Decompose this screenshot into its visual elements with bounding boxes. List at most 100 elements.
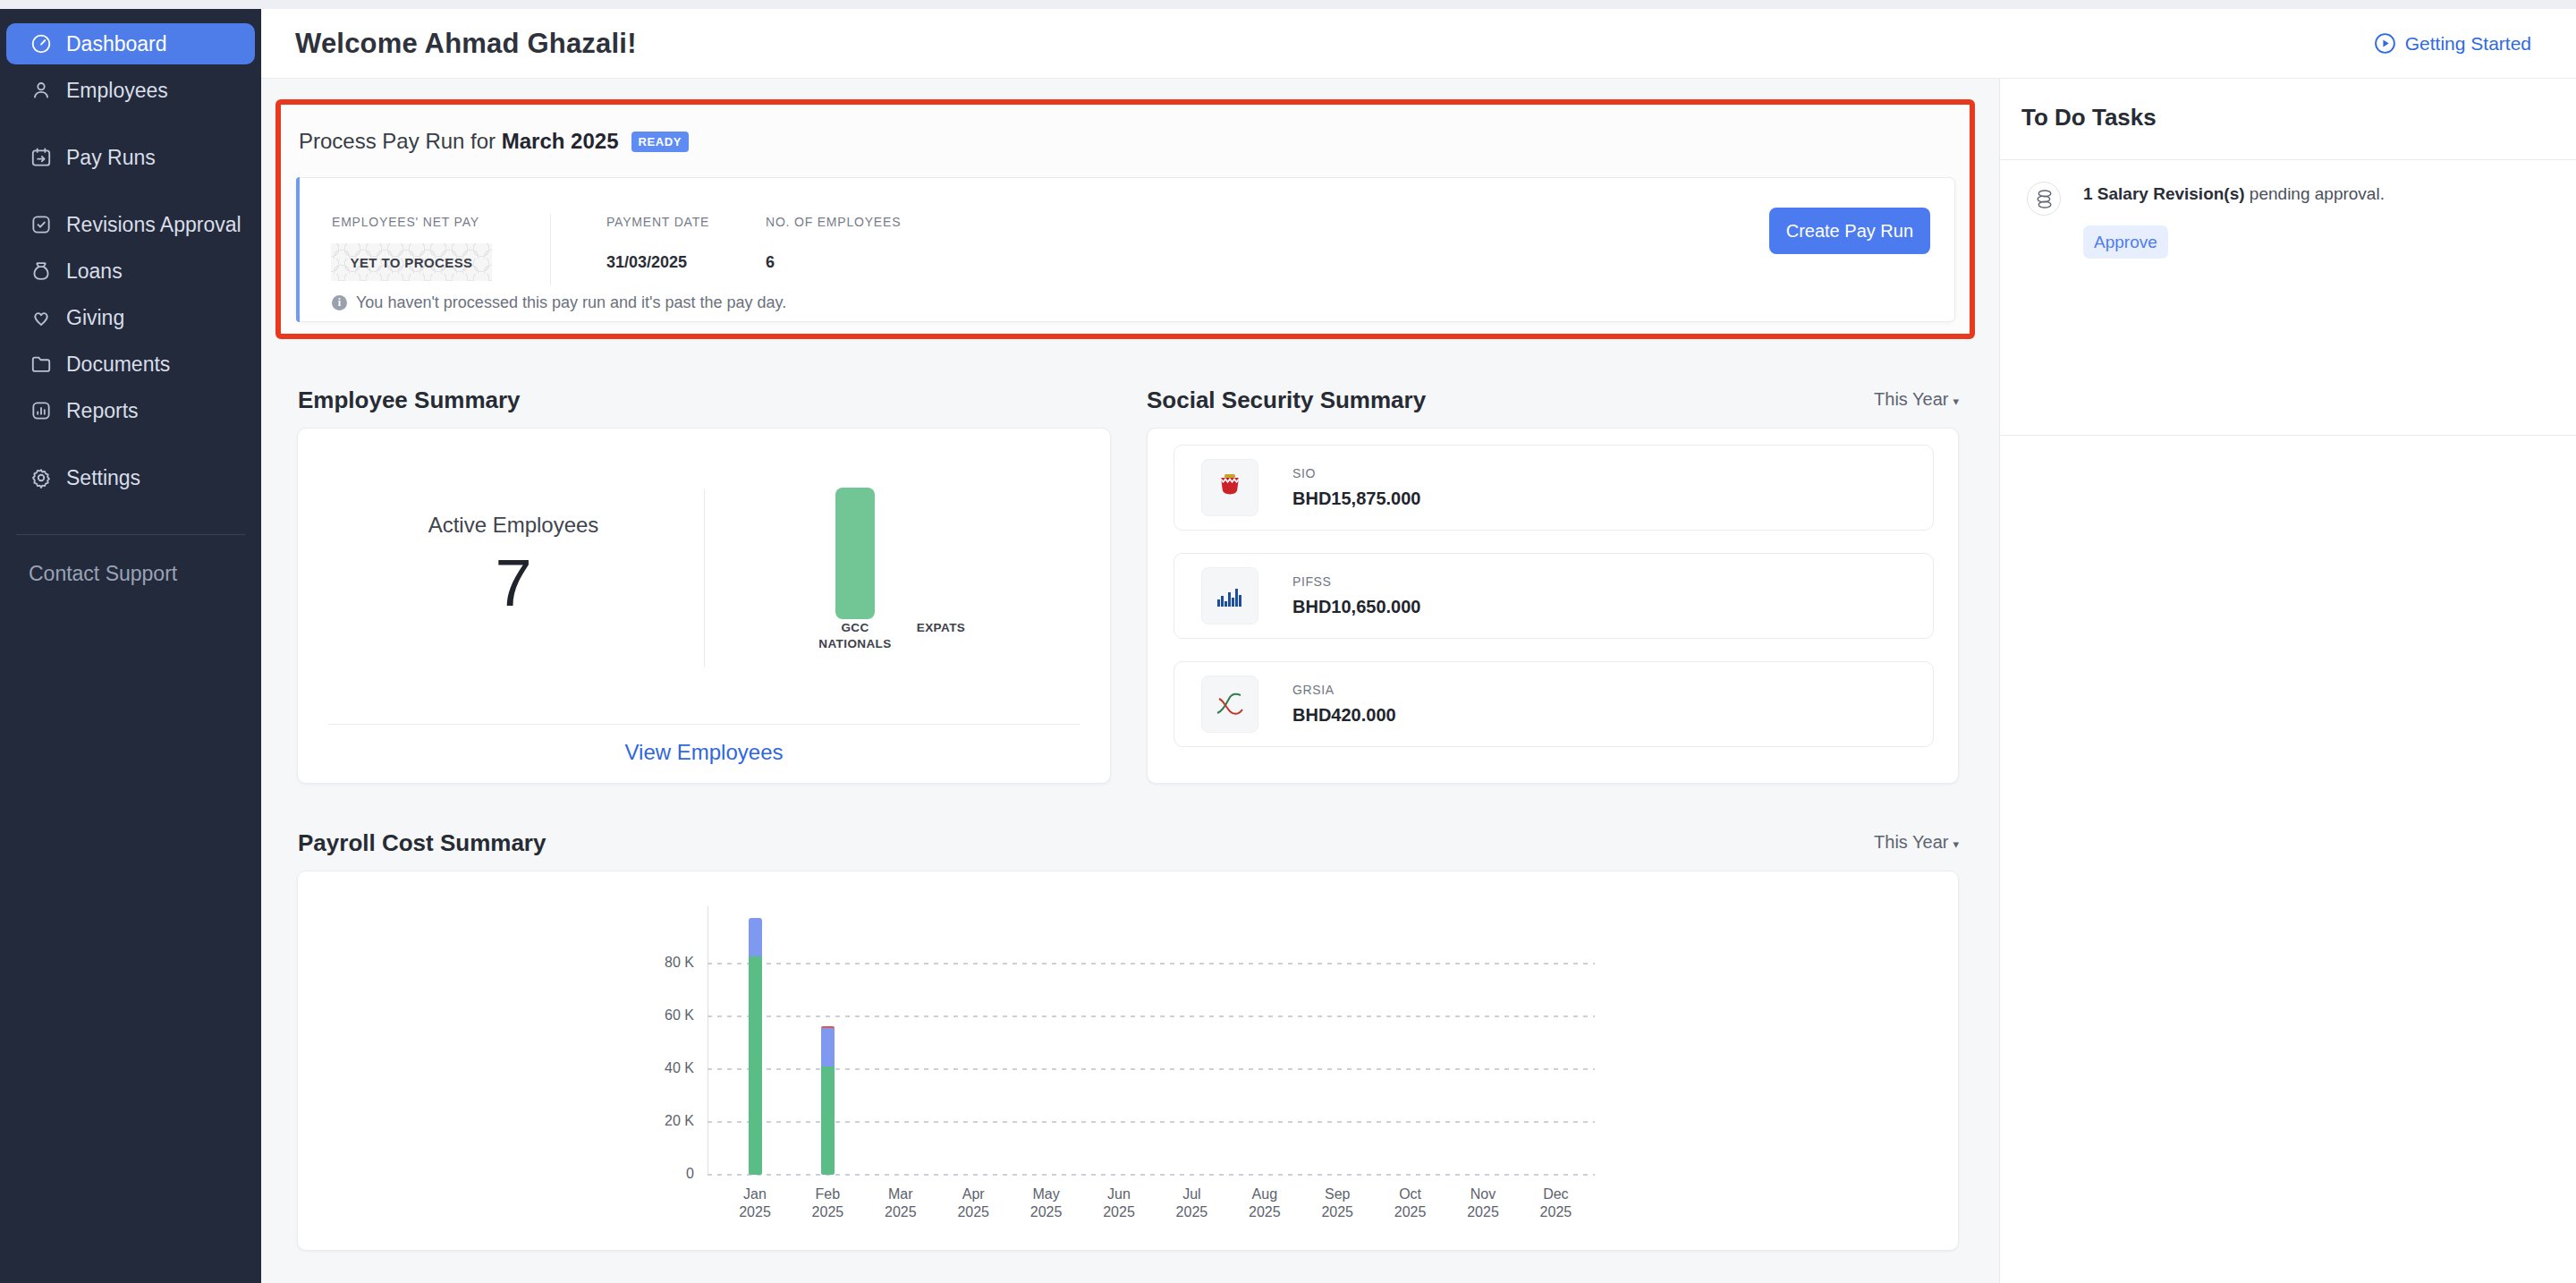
x-tick-label: Aug2025 [1228, 1185, 1301, 1221]
gridline [708, 1015, 1595, 1017]
create-pay-run-button[interactable]: Create Pay Run [1769, 208, 1930, 254]
payrun-title: Process Pay Run for March 2025 [299, 129, 619, 154]
employee-summary-title: Employee Summary [298, 387, 521, 414]
authority-amount: BHD420.000 [1292, 705, 1396, 726]
authority-label: GRSIA [1292, 683, 1396, 697]
getting-started-link[interactable]: Getting Started [2374, 32, 2531, 55]
sidebar-item-pay-runs[interactable]: Pay Runs [6, 137, 255, 178]
x-tick-label: Jun2025 [1083, 1185, 1156, 1221]
employee-summary-card: Active Employees 7 GCCNATIONALSEXPATS Vi… [297, 428, 1111, 784]
sidebar: Dashboard Employees Pay Runs Revisions Appr… [0, 9, 261, 1283]
category-label: EXPATS [878, 620, 1004, 636]
sidebar-nav: Dashboard Employees Pay Runs Revisions Appr… [0, 23, 261, 498]
view-employees-link[interactable]: View Employees [298, 740, 1110, 765]
social-security-filter[interactable]: This Year▾ [1862, 389, 1959, 410]
social-security-title: Social Security Summary [1147, 387, 1426, 414]
sidebar-item-settings[interactable]: Settings [6, 457, 255, 498]
payrun-details-card: EMPLOYEES' NET PAY YET TO PROCESS PAYMEN… [296, 177, 1955, 322]
sidebar-item-giving[interactable]: Giving [6, 297, 255, 338]
employee-count-label: NO. OF EMPLOYEES [766, 215, 901, 229]
bar-segment-green [749, 956, 762, 1175]
y-tick-label: 80 K [640, 955, 694, 971]
y-tick-label: 40 K [640, 1060, 694, 1076]
info-row: i You haven't processed this pay run and… [332, 293, 786, 312]
social-security-row-sio: SIO BHD15,875.000 [1174, 445, 1934, 531]
task-icon-circle [2027, 182, 2061, 216]
reports-icon [30, 399, 53, 422]
info-icon: i [332, 295, 347, 310]
task-text: 1 Salary Revision(s) pending approval. [2083, 184, 2385, 204]
accent-bar [296, 177, 300, 322]
todo-bottom-divider [2000, 435, 2576, 436]
payment-date-label: PAYMENT DATE [606, 215, 709, 229]
todo-title: To Do Tasks [2021, 104, 2157, 132]
authority-label: PIFSS [1292, 574, 1420, 589]
authority-amount: BHD10,650.000 [1292, 597, 1420, 617]
y-tick-label: 0 [640, 1166, 694, 1182]
x-tick-label: Sep2025 [1301, 1185, 1374, 1221]
dashboard-icon [30, 32, 53, 55]
play-circle-icon [2374, 32, 2396, 55]
gridline [708, 1121, 1595, 1123]
todo-divider [2000, 159, 2576, 160]
active-employees-label: Active Employees [415, 513, 612, 538]
todo-panel: To Do Tasks 1 Salary Revision(s) pending… [1999, 79, 2576, 1283]
x-tick-label: May2025 [1010, 1185, 1082, 1221]
revisions-approval-icon [30, 213, 53, 236]
settings-icon [30, 466, 53, 489]
grsia-logo [1201, 675, 1258, 733]
active-employees-count: 7 [415, 545, 612, 621]
payrun-card: Process Pay Run for March 2025 READY EMP… [280, 104, 1970, 335]
top-strip [0, 0, 2576, 9]
page-title: Welcome Ahmad Ghazali! [295, 28, 637, 60]
pifss-logo [1201, 567, 1258, 625]
payroll-cost-card: 020 K40 K60 K80 KJan2025Feb2025Mar2025Ap… [297, 871, 1959, 1251]
column-divider [550, 214, 551, 285]
x-tick-label: Apr2025 [937, 1185, 1010, 1221]
employee-count-value: 6 [766, 253, 775, 272]
x-tick-label: Jul2025 [1156, 1185, 1228, 1221]
caret-down-icon: ▾ [1953, 395, 1959, 408]
net-pay-label: EMPLOYEES' NET PAY [332, 215, 479, 229]
sio-logo [1201, 459, 1258, 516]
content: Process Pay Run for March 2025 READY EMP… [261, 79, 1999, 1283]
gridline [708, 1174, 1595, 1176]
coins-icon [2032, 187, 2056, 211]
giving-icon [30, 306, 53, 329]
bar-segment-blue [821, 1028, 835, 1066]
bar-gcc-nationals [835, 488, 875, 619]
caret-down-icon: ▾ [1953, 837, 1959, 851]
sidebar-item-employees[interactable]: Employees [6, 70, 255, 111]
social-security-row-grsia: GRSIA BHD420.000 [1174, 661, 1934, 747]
authority-label: SIO [1292, 466, 1420, 480]
contact-support-link[interactable]: Contact Support [29, 562, 261, 586]
sidebar-item-revisions-approval[interactable]: Revisions Approval [6, 204, 255, 245]
sidebar-item-dashboard[interactable]: Dashboard [6, 23, 255, 64]
x-tick-label: Mar2025 [864, 1185, 936, 1221]
authority-amount: BHD15,875.000 [1292, 489, 1420, 509]
payroll-cost-filter[interactable]: This Year▾ [1862, 832, 1959, 853]
sidebar-item-documents[interactable]: Documents [6, 344, 255, 385]
y-tick-label: 60 K [640, 1007, 694, 1024]
vertical-divider [704, 489, 705, 667]
bar-segment-green [821, 1066, 835, 1175]
gridline [708, 1068, 1595, 1070]
gridline [708, 963, 1595, 964]
sidebar-item-reports[interactable]: Reports [6, 390, 255, 431]
sidebar-item-loans[interactable]: Loans [6, 251, 255, 292]
net-pay-masked-value: YET TO PROCESS [331, 243, 492, 281]
approve-button[interactable]: Approve [2083, 225, 2168, 259]
x-tick-label: Dec2025 [1520, 1185, 1592, 1221]
top-bar: Welcome Ahmad Ghazali! Getting Started [261, 9, 2576, 79]
loans-icon [30, 259, 53, 283]
x-tick-label: Nov2025 [1447, 1185, 1520, 1221]
status-badge: READY [631, 132, 690, 152]
payment-date-value: 31/03/2025 [606, 253, 687, 272]
bar-segment-red [821, 1026, 835, 1028]
x-tick-label: Oct2025 [1374, 1185, 1446, 1221]
y-tick-label: 20 K [640, 1113, 694, 1129]
social-security-row-pifss: PIFSS BHD10,650.000 [1174, 553, 1934, 639]
social-security-card: SIO BHD15,875.000 PIFSS BHD10,650.000 GRSIA B… [1147, 428, 1959, 784]
info-text: You haven't processed this pay run and i… [356, 293, 786, 312]
page: Dashboard Employees Pay Runs Revisions Appr… [0, 0, 2576, 1283]
